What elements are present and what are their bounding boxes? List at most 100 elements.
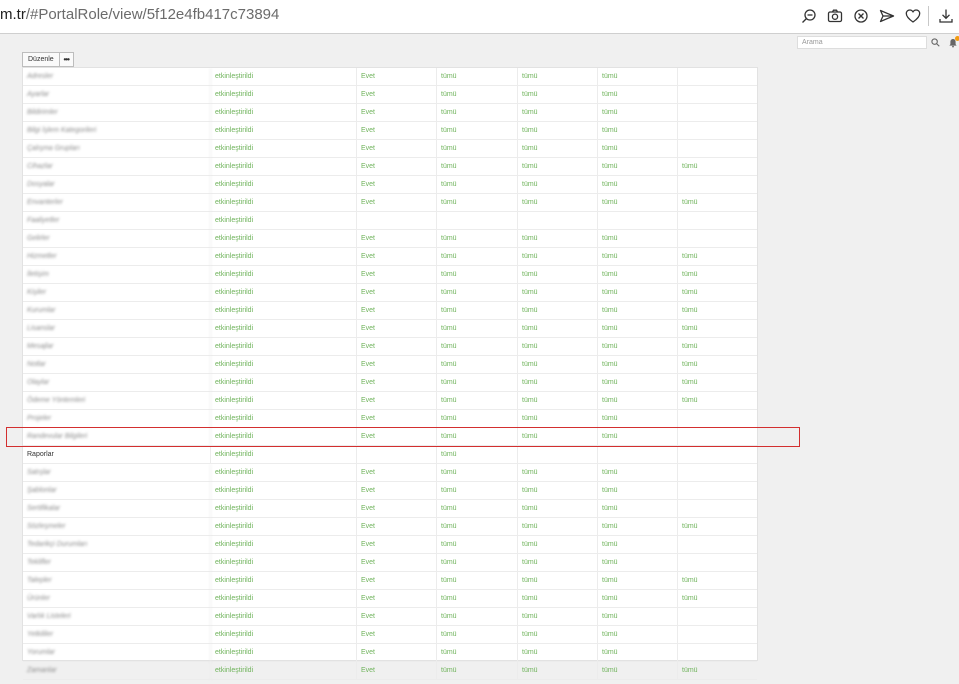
status-cell: etkinleştirildi xyxy=(211,410,357,428)
permission-cell: tümü xyxy=(598,590,678,608)
table-row[interactable]: Dosyalar etkinleştirildi Evet tümü tümü tümü xyxy=(23,176,757,194)
status-cell: etkinleştirildi xyxy=(211,464,357,482)
table-row[interactable]: Cihazlar etkinleştirildi Evet tümü tümü tümü t… xyxy=(23,158,757,176)
table-row[interactable]: Çalışma Grupları etkinleştirildi Evet tümü t… xyxy=(23,140,757,158)
permission-cell: tümü xyxy=(598,140,678,158)
permission-cell: tümü xyxy=(437,608,518,626)
permission-cell: tümü xyxy=(518,410,598,428)
permission-cell: tümü xyxy=(437,428,518,446)
table-row[interactable]: Hizmetler etkinleştirildi Evet tümü tümü tümü… xyxy=(23,248,757,266)
browser-toolbar xyxy=(796,5,959,27)
table-row[interactable]: Şablonlar etkinleştirildi Evet tümü tümü tümü xyxy=(23,482,757,500)
active-cell: Evet xyxy=(357,374,437,392)
table-row[interactable]: Tedarikçi Durumları etkinleştirildi Evet tü… xyxy=(23,536,757,554)
permission-cell xyxy=(678,410,757,428)
table-row[interactable]: İletişim etkinleştirildi Evet tümü tümü tümü t… xyxy=(23,266,757,284)
edit-button[interactable]: Düzenle xyxy=(22,52,60,67)
table-row[interactable]: Mesajlar etkinleştirildi Evet tümü tümü tümü t… xyxy=(23,338,757,356)
permission-cell: tümü xyxy=(518,86,598,104)
send-icon[interactable] xyxy=(874,5,900,27)
search-input[interactable]: Arama xyxy=(797,36,927,49)
table-row[interactable]: Zamanlar etkinleştirildi Evet tümü tümü tümü t… xyxy=(23,662,757,680)
table-row[interactable]: Bildirimler etkinleştirildi Evet tümü tümü tü… xyxy=(23,104,757,122)
role-name-cell: Tedarikçi Durumları xyxy=(23,536,211,554)
status-cell: etkinleştirildi xyxy=(211,518,357,536)
table-row[interactable]: Olaylar etkinleştirildi Evet tümü tümü tümü tü… xyxy=(23,374,757,392)
permission-cell xyxy=(518,446,598,464)
table-row[interactable]: Projeler etkinleştirildi Evet tümü tümü tümü xyxy=(23,410,757,428)
role-name-cell: Talepler xyxy=(23,572,211,590)
permission-cell xyxy=(678,464,757,482)
role-name-cell: Envanterler xyxy=(23,194,211,212)
permission-cell: tümü xyxy=(682,523,698,530)
active-cell: Evet xyxy=(357,554,437,572)
active-cell: Evet xyxy=(357,608,437,626)
table-row[interactable]: Kişiler etkinleştirildi Evet tümü tümü tümü tü… xyxy=(23,284,757,302)
active-cell: Evet xyxy=(357,320,437,338)
table-row[interactable]: Ödeme Yöntemleri etkinleştirildi Evet tümü t… xyxy=(23,392,757,410)
permission-cell: tümü xyxy=(437,302,518,320)
role-name-cell: Sertifikalar xyxy=(23,500,211,518)
permission-cell: tümü xyxy=(437,320,518,338)
role-name-cell: Olaylar xyxy=(23,374,211,392)
status-cell: etkinleştirildi xyxy=(211,176,357,194)
permission-cell xyxy=(678,482,757,500)
role-name-cell: Adresler xyxy=(23,68,211,86)
table-row[interactable]: Ürünler etkinleştirildi Evet tümü tümü tümü tü… xyxy=(23,590,757,608)
permission-cell xyxy=(678,446,757,464)
table-row[interactable]: Ayarlar etkinleştirildi Evet tümü tümü tümü xyxy=(23,86,757,104)
table-row[interactable]: Teklifler etkinleştirildi Evet tümü tümü tümü xyxy=(23,554,757,572)
permission-cell: tümü xyxy=(437,590,518,608)
status-cell: etkinleştirildi xyxy=(211,356,357,374)
notification-bell-icon[interactable] xyxy=(946,36,959,49)
url-field[interactable]: m.tr/#PortalRole/view/5f12e4fb417c73894 xyxy=(0,6,279,23)
role-name-cell: Lisanslar xyxy=(23,320,211,338)
table-row[interactable]: Bilgi İşlem Kategorileri etkinleştirildi E… xyxy=(23,122,757,140)
table-row[interactable]: Raporlar etkinleştirildi tümü xyxy=(23,446,757,464)
active-cell: Evet xyxy=(357,194,437,212)
table-row[interactable]: Lisanslar etkinleştirildi Evet tümü tümü tümü… xyxy=(23,320,757,338)
edit-button-group: Düzenle ••• xyxy=(22,52,74,67)
permission-cell: tümü xyxy=(518,536,598,554)
status-cell: etkinleştirildi xyxy=(211,554,357,572)
table-row[interactable]: Talepler etkinleştirildi Evet tümü tümü tümü t… xyxy=(23,572,757,590)
permission-cell: tümü xyxy=(437,410,518,428)
permission-cell xyxy=(678,212,757,230)
table-row[interactable]: Kurumlar etkinleştirildi Evet tümü tümü tümü t… xyxy=(23,302,757,320)
search-icon[interactable] xyxy=(929,36,941,49)
permission-cell xyxy=(678,122,757,140)
zoom-out-icon[interactable] xyxy=(796,5,822,27)
table-row[interactable]: Adresler etkinleştirildi Evet tümü tümü tümü xyxy=(23,68,757,86)
active-cell: Evet xyxy=(357,572,437,590)
heart-icon[interactable] xyxy=(900,5,926,27)
close-circle-icon[interactable] xyxy=(848,5,874,27)
role-name-cell: Ödeme Yöntemleri xyxy=(23,392,211,410)
download-icon[interactable] xyxy=(933,5,959,27)
role-name-cell: Ürünler xyxy=(23,590,211,608)
more-options-button[interactable]: ••• xyxy=(59,52,74,67)
permission-cell: tümü xyxy=(518,626,598,644)
table-row[interactable]: Sertifikalar etkinleştirildi Evet tümü tümü t… xyxy=(23,500,757,518)
camera-icon[interactable] xyxy=(822,5,848,27)
table-row[interactable]: Notlar etkinleştirildi Evet tümü tümü tümü tüm… xyxy=(23,356,757,374)
table-row[interactable]: Sözleşmeler etkinleştirildi Evet tümü tümü tü… xyxy=(23,518,757,536)
status-cell: etkinleştirildi xyxy=(211,248,357,266)
table-row[interactable]: Faaliyetler etkinleştirildi xyxy=(23,212,757,230)
table-row[interactable]: Yorumlar etkinleştirildi Evet tümü tümü tümü xyxy=(23,644,757,662)
status-cell: etkinleştirildi xyxy=(211,500,357,518)
status-cell: etkinleştirildi xyxy=(211,608,357,626)
role-name-cell: Ayarlar xyxy=(23,86,211,104)
table-row[interactable]: Yetkililer etkinleştirildi Evet tümü tümü tüm… xyxy=(23,626,757,644)
table-row[interactable]: Varlık Listeleri etkinleştirildi Evet tümü t… xyxy=(23,608,757,626)
active-cell: Evet xyxy=(357,518,437,536)
permission-cell: tümü xyxy=(518,140,598,158)
permission-cell xyxy=(518,212,598,230)
permission-cell: tümü xyxy=(518,428,598,446)
role-name-cell: Mesajlar xyxy=(23,338,211,356)
role-name-cell: Teklifler xyxy=(23,554,211,572)
table-row[interactable]: Randevular Bilgileri etkinleştirildi Evet t… xyxy=(23,428,757,446)
table-row[interactable]: Envanterler etkinleştirildi Evet tümü tümü tü… xyxy=(23,194,757,212)
table-row[interactable]: Satışlar etkinleştirildi Evet tümü tümü tümü xyxy=(23,464,757,482)
table-row[interactable]: Gelirler etkinleştirildi Evet tümü tümü tümü xyxy=(23,230,757,248)
role-name-cell: Sözleşmeler xyxy=(23,518,211,536)
